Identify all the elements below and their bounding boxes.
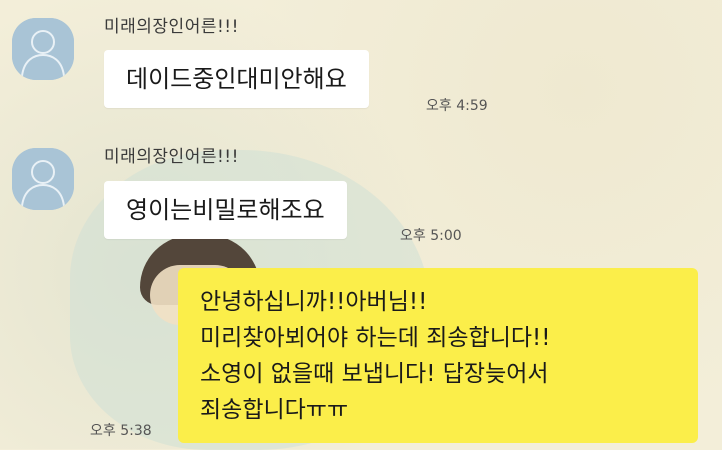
reply-time: 오후 5:38	[90, 423, 152, 439]
message-time: 오후 4:59	[426, 98, 488, 114]
reply-line: 소영이 없을때 보냅니다! 답장늦어서	[200, 361, 549, 387]
message-bubble[interactable]: 영이는비밀로해조요	[104, 181, 347, 239]
person-silhouette-icon	[12, 18, 74, 80]
reply-line: 안녕하십니까!!아버님!!	[200, 289, 428, 315]
outgoing-message-bubble[interactable]: 안녕하십니까!!아버님!! 미리찾아뵈어야 하는데 죄송합니다!! 소영이 없을…	[178, 268, 698, 443]
person-silhouette-icon	[12, 148, 74, 210]
sender-name: 미래의장인어른!!!	[104, 17, 239, 37]
default-profile-icon[interactable]	[12, 18, 74, 80]
sender-name: 미래의장인어른!!!	[104, 147, 239, 167]
reply-line: 미리찾아뵈어야 하는데 죄송합니다!!	[200, 325, 551, 351]
message-time: 오후 5:00	[400, 228, 462, 244]
reply-line: 죄송합니다ㅠㅠ	[200, 397, 349, 423]
message-bubble[interactable]: 데이드중인대미안해요	[104, 50, 369, 108]
default-profile-icon[interactable]	[12, 148, 74, 210]
